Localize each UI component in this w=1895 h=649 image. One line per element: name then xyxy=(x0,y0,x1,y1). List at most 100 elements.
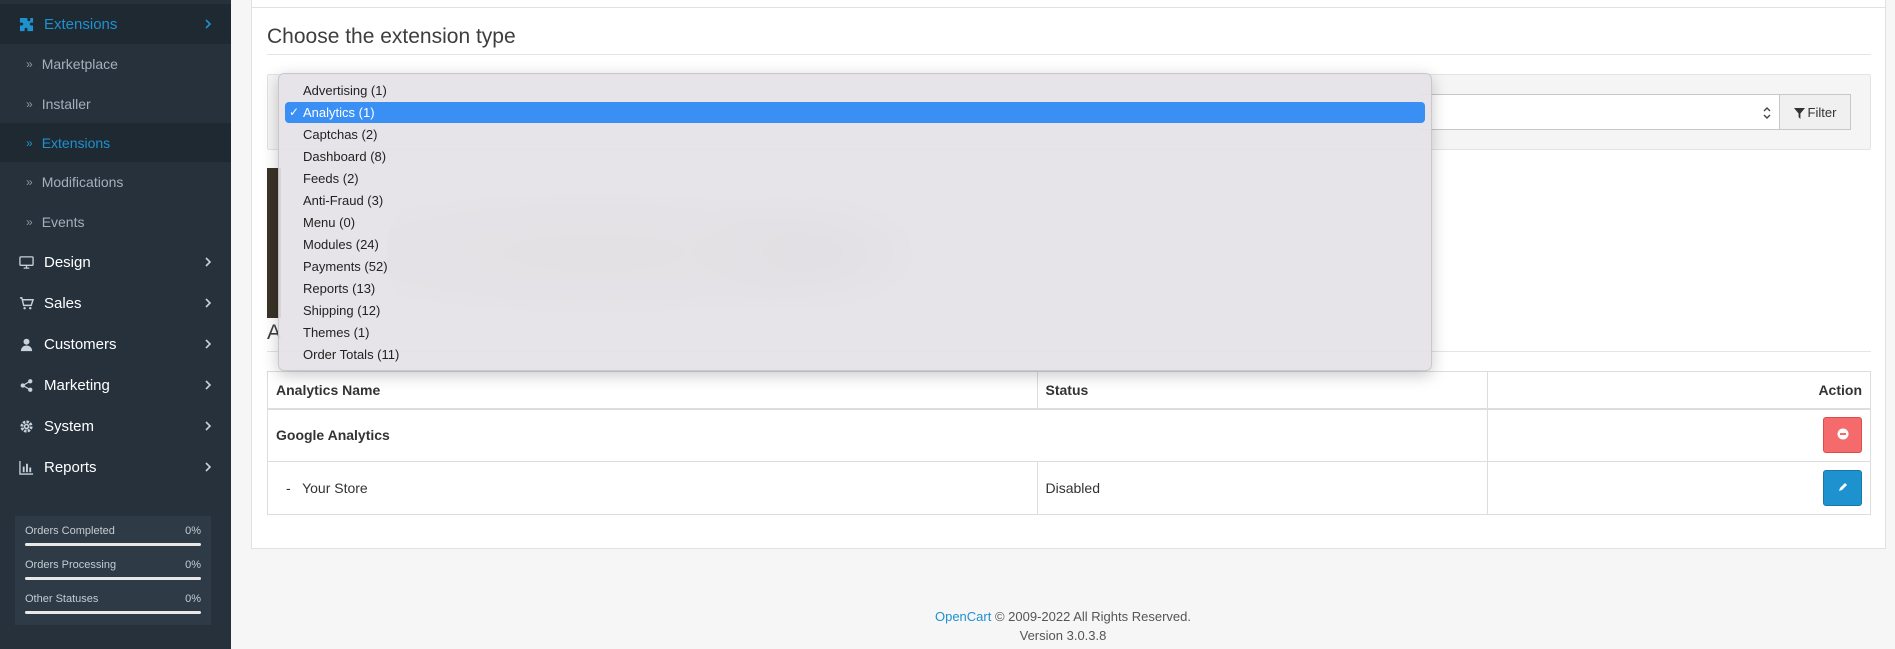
page-title: Choose the extension type xyxy=(267,25,516,48)
action-cell xyxy=(1487,407,1871,462)
dropdown-option-dashboard[interactable]: Dashboard (8) xyxy=(285,146,1425,167)
minus-circle-icon xyxy=(1837,427,1849,443)
dropdown-option-captchas[interactable]: Captchas (2) xyxy=(285,124,1425,145)
dropdown-option-order-totals[interactable]: Order Totals (11) xyxy=(285,344,1425,365)
sidebar-item-label: Marketplace xyxy=(41,56,118,72)
nav-system-label: System xyxy=(44,418,95,435)
nav-system[interactable]: System xyxy=(0,406,231,447)
column-header-name: Analytics Name xyxy=(267,371,1038,409)
chevron-right-icon xyxy=(201,296,215,310)
title-divider xyxy=(267,54,1871,55)
dropdown-option-payments[interactable]: Payments (52) xyxy=(285,256,1425,277)
nav-design[interactable]: Design xyxy=(0,242,231,283)
progress-label: Orders Processing xyxy=(25,559,117,571)
select-caret-icon xyxy=(1761,106,1773,120)
filter-button-label: Filter xyxy=(1807,104,1837,120)
chevron-right-icon xyxy=(201,337,215,351)
nav-customers[interactable]: Customers xyxy=(0,324,231,365)
double-chevron-icon: » xyxy=(26,97,33,111)
nav-extensions[interactable]: Extensions xyxy=(0,4,231,45)
nav-marketing[interactable]: Marketing xyxy=(0,365,231,406)
dropdown-option-menu[interactable]: Menu (0) xyxy=(285,212,1425,233)
nav-reports-label: Reports xyxy=(44,459,97,476)
double-chevron-icon: » xyxy=(26,175,33,189)
edit-button[interactable] xyxy=(1823,470,1862,506)
footer-version: Version 3.0.3.8 xyxy=(1019,628,1107,643)
opencart-link[interactable]: OpenCart xyxy=(935,609,991,624)
extension-name-cell: Google Analytics xyxy=(266,407,1489,462)
bar-chart-icon xyxy=(18,460,34,476)
nav-marketing-label: Marketing xyxy=(44,377,110,394)
sidebar-item-label: Installer xyxy=(41,96,91,112)
share-icon xyxy=(18,378,34,394)
sidebar-item-marketplace[interactable]: » Marketplace xyxy=(0,44,231,84)
dropdown-option-analytics[interactable]: ✓ Analytics (1) xyxy=(285,102,1425,123)
action-cell xyxy=(1487,461,1871,515)
nav-reports[interactable]: Reports xyxy=(0,447,231,488)
progress-orders-processing: Orders Processing 0% xyxy=(25,557,201,591)
sidebar-item-label: Modifications xyxy=(41,174,124,190)
double-chevron-icon: » xyxy=(26,136,33,150)
sidebar-item-modifications[interactable]: » Modifications xyxy=(0,162,231,202)
dropdown-option-reports[interactable]: Reports (13) xyxy=(285,278,1425,299)
dropdown-option-shipping[interactable]: Shipping (12) xyxy=(285,300,1425,321)
chevron-right-icon xyxy=(201,17,215,31)
option-label: Shipping (12) xyxy=(303,303,381,318)
option-label: Reports (13) xyxy=(303,281,376,296)
dropdown-option-anti-fraud[interactable]: Anti-Fraud (3) xyxy=(285,190,1425,211)
user-icon xyxy=(18,337,34,353)
sidebar-item-extensions[interactable]: » Extensions xyxy=(0,123,231,163)
option-label: Advertising (1) xyxy=(303,83,387,98)
option-label: Anti-Fraud (3) xyxy=(303,193,384,208)
nav-sales[interactable]: Sales xyxy=(0,283,231,324)
panel-divider xyxy=(251,7,1886,8)
table-row: - Your Store Disabled xyxy=(267,461,1871,515)
option-label: Analytics (1) xyxy=(303,105,375,120)
table-header-row: Analytics Name Status Action xyxy=(267,371,1871,409)
column-header-action: Action xyxy=(1487,371,1871,409)
nav-sales-label: Sales xyxy=(44,295,82,312)
sidebar-item-label: Extensions xyxy=(41,135,111,151)
cart-icon xyxy=(18,296,34,312)
dropdown-option-modules[interactable]: Modules (24) xyxy=(285,234,1425,255)
progress-percent: 0% xyxy=(185,525,201,537)
footer-copyright: OpenCart © 2009-2022 All Rights Reserved… xyxy=(0,609,1895,624)
progress-label: Other Statuses xyxy=(25,593,99,605)
progress-percent: 0% xyxy=(185,593,201,605)
filter-button[interactable]: Filter xyxy=(1779,94,1851,130)
column-header-status: Status xyxy=(1036,371,1489,409)
option-label: Order Totals (11) xyxy=(303,347,400,362)
checkmark-icon: ✓ xyxy=(289,105,300,119)
sidebar-item-label: Events xyxy=(41,214,85,230)
dropdown-option-advertising[interactable]: Advertising (1) xyxy=(285,80,1425,101)
filter-icon xyxy=(1793,107,1805,119)
gear-icon xyxy=(18,419,34,435)
option-label: Captchas (2) xyxy=(303,127,378,142)
monitor-icon xyxy=(18,255,34,271)
chevron-right-icon xyxy=(201,378,215,392)
nav-customers-label: Customers xyxy=(44,336,117,353)
nav-extensions-label: Extensions xyxy=(44,16,118,33)
option-label: Payments (52) xyxy=(303,259,388,274)
progress-orders-completed: Orders Completed 0% xyxy=(25,523,201,557)
extensions-table: Analytics Name Status Action Google Anal… xyxy=(266,371,1871,515)
progress-bar xyxy=(25,543,201,546)
sidebar-item-installer[interactable]: » Installer xyxy=(0,84,231,124)
pencil-icon xyxy=(1837,480,1849,496)
progress-bar xyxy=(25,577,201,580)
chevron-right-icon xyxy=(201,460,215,474)
sidebar-item-events[interactable]: » Events xyxy=(0,202,231,242)
extension-type-select[interactable] xyxy=(1420,94,1780,130)
chevron-right-icon xyxy=(201,255,215,269)
dropdown-option-themes[interactable]: Themes (1) xyxy=(285,322,1425,343)
option-label: Menu (0) xyxy=(303,215,356,230)
dropdown-option-feeds[interactable]: Feeds (2) xyxy=(285,168,1425,189)
copyright-text: © 2009-2022 All Rights Reserved. xyxy=(991,609,1191,624)
table-row: Google Analytics xyxy=(266,407,1871,462)
uninstall-button[interactable] xyxy=(1823,417,1862,454)
option-label: Dashboard (8) xyxy=(303,149,387,164)
option-label: Feeds (2) xyxy=(303,171,359,186)
puzzle-icon xyxy=(18,17,34,33)
chevron-right-icon xyxy=(201,419,215,433)
option-label: Modules (24) xyxy=(303,237,379,252)
